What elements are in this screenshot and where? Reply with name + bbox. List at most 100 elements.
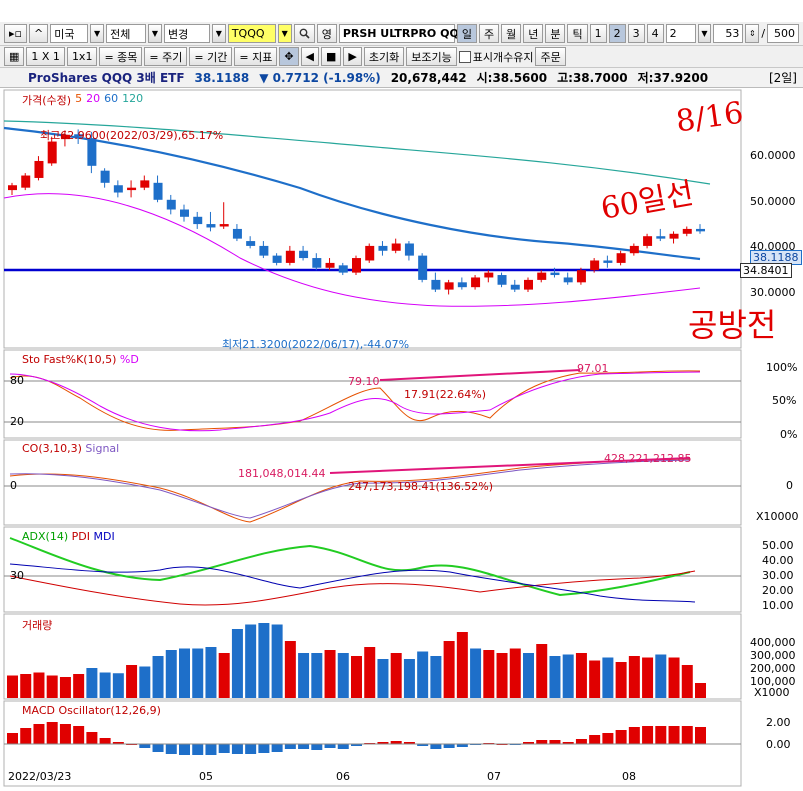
category-select[interactable]: 전체 [106, 24, 146, 43]
macd-axis-label: 0.00 [766, 738, 791, 751]
period-month-button[interactable]: 월 [501, 24, 522, 43]
macd-bar [589, 735, 601, 744]
show-count-checkbox[interactable] [458, 50, 471, 63]
stock-button[interactable]: = 종목 [99, 47, 143, 66]
macd-title: MACD Oscillator(12,26,9) [22, 704, 161, 717]
macd-axis-label: 2.00 [766, 716, 791, 729]
stoch-annotation: 17.91(22.64%) [404, 388, 487, 401]
volume-bar [628, 656, 640, 698]
next-icon[interactable]: ▶ [343, 47, 362, 66]
page-4-button[interactable]: 4 [646, 24, 664, 43]
page-2-button[interactable]: 2 [608, 24, 626, 43]
candle-body [471, 277, 481, 288]
volume-bar [589, 660, 601, 698]
grid-icon[interactable]: ▦ [4, 47, 25, 66]
period-tick-button[interactable]: 틱 [567, 24, 588, 43]
page-1-button[interactable]: 1 [589, 24, 607, 43]
low-annotation: 최저21.3200(2022/06/17),-44.07% [222, 338, 410, 351]
symbol-input[interactable]: TQQQ [227, 24, 276, 43]
volume-bar [523, 653, 534, 698]
candle-body [246, 241, 256, 246]
candle-body [338, 265, 348, 273]
macd-bar [443, 744, 455, 748]
volume-bar [655, 654, 667, 698]
layout-button[interactable]: 1 X 1 [26, 47, 65, 66]
chevron-down-icon[interactable]: ▼ [90, 24, 105, 43]
period-day-button[interactable]: 일 [456, 24, 477, 43]
period-tag: [2일] [768, 71, 797, 85]
indicator-button[interactable]: = 지표 [234, 47, 278, 66]
candle-body [537, 272, 547, 280]
period-minute-button[interactable]: 분 [545, 24, 566, 43]
stoch-annotation: 79.10 [348, 375, 380, 388]
period-week-button[interactable]: 주 [478, 24, 500, 43]
prev-icon[interactable]: ◀ [300, 47, 320, 66]
volume-bar [165, 650, 177, 698]
low-price: 저:37.9200 [637, 71, 709, 85]
expand-button[interactable]: ▸▫ [4, 24, 27, 43]
stoch-title: Sto Fast%K(10,5) %D [22, 353, 139, 366]
search-icon[interactable] [293, 24, 315, 43]
volume-bar [284, 641, 296, 698]
interval-input[interactable]: 2 [665, 24, 696, 43]
chevron-down-icon[interactable]: ▼ [148, 24, 162, 43]
volume-bar [496, 653, 508, 698]
aux-button[interactable]: 보조기능 [406, 47, 457, 66]
macd-bar [245, 744, 257, 754]
volume-bar [602, 657, 614, 698]
volume-bar [562, 654, 574, 698]
page-3-button[interactable]: 3 [627, 24, 645, 43]
main-toolbar: ▸▫ ^ 미국 ▼ 전체 ▼ 변경 ▼ TQQQ ▼ 영 PRSH ULTRPR… [0, 22, 803, 46]
volume-bar [86, 668, 98, 698]
eng-button[interactable]: 영 [316, 24, 337, 43]
volume-bar [324, 650, 336, 698]
stop-icon[interactable]: ■ [321, 47, 342, 66]
count-input[interactable]: 53 [713, 24, 744, 43]
chevron-down-icon[interactable]: ▼ [211, 24, 226, 43]
move-icon[interactable]: ✥ [279, 47, 299, 66]
candle-body [378, 245, 388, 251]
chevron-down-icon[interactable]: ▼ [277, 24, 292, 43]
spinner-icon[interactable]: ⇕ [745, 24, 760, 43]
total-input[interactable]: 500 [767, 24, 800, 43]
reset-button[interactable]: 초기화 [363, 47, 405, 66]
volume-bar [192, 648, 204, 698]
legend-ma20: 20 [86, 92, 101, 105]
macd-bar [311, 744, 323, 750]
period-button[interactable]: = 기간 [189, 47, 233, 66]
macd-bar [668, 726, 680, 744]
order-button[interactable]: 주문 [535, 47, 566, 66]
candle-body [180, 209, 189, 217]
symbol-name: PRSH ULTRPRO QQQ [338, 24, 468, 43]
x-axis-label: 07 [487, 770, 501, 783]
adx-axis-label: 10.00 [762, 599, 794, 612]
candle-body [153, 182, 163, 200]
cycle-button[interactable]: = 주기 [144, 47, 188, 66]
mdi-line [9, 563, 696, 603]
period-year-button[interactable]: 년 [523, 24, 544, 43]
volume-bar [298, 653, 310, 698]
candle-body [550, 272, 560, 276]
candle-body [47, 141, 57, 164]
candle-body [510, 284, 520, 290]
candle-body [616, 253, 626, 263]
candle-body [656, 236, 666, 239]
chevron-down-icon[interactable]: ▼ [697, 24, 712, 43]
macd-bar [179, 744, 190, 755]
ma60-line [3, 126, 701, 261]
adx-axis-label: 50.00 [762, 539, 794, 552]
volume-bar [311, 653, 323, 698]
market-select[interactable]: 미국 [50, 24, 89, 43]
volume-bar [483, 650, 495, 698]
up-button[interactable]: ^ [28, 24, 49, 43]
change-select[interactable]: 변경 [163, 24, 210, 43]
stoch-axis-label: 100% [766, 361, 798, 374]
volume-bar [126, 665, 138, 698]
macd-bar [86, 732, 98, 744]
candle-body [457, 282, 467, 288]
layout-small-button[interactable]: 1x1 [66, 47, 98, 66]
volume-axis-label: 400,000 [750, 636, 796, 649]
volume-bar [470, 648, 482, 698]
price-axis-label: 50.0000 [750, 195, 796, 208]
candle-body [100, 170, 110, 183]
